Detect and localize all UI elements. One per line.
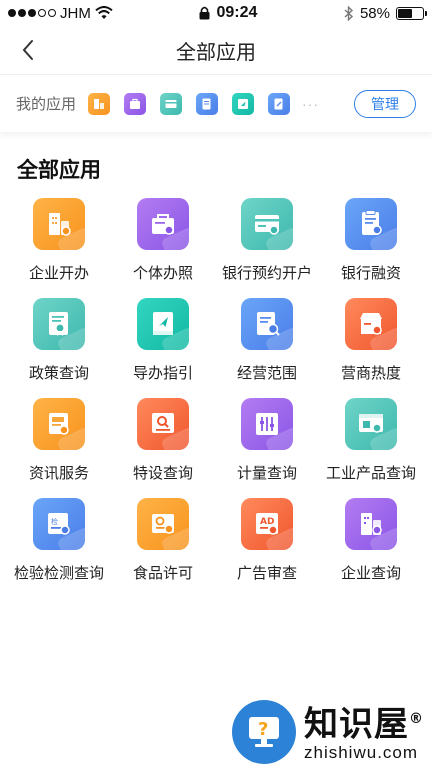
watermark-en: zhishiwu.com xyxy=(304,742,419,762)
business-scope-icon xyxy=(241,298,293,350)
app-item-news-service[interactable]: 资讯服务 xyxy=(7,398,111,484)
status-left: JHM xyxy=(8,5,113,22)
my-app-enterprise-icon[interactable] xyxy=(88,92,111,115)
bluetooth-icon xyxy=(344,5,353,21)
app-item-business-scope[interactable]: 经营范围 xyxy=(215,298,319,384)
back-button[interactable] xyxy=(14,36,42,64)
app-item-enterprise-search[interactable]: 企业查询 xyxy=(319,498,423,584)
nav-bar: 全部应用 xyxy=(0,26,432,74)
app-label: 银行预约开户 xyxy=(221,265,312,282)
registered-mark: ® xyxy=(409,711,424,728)
equipment-search-icon xyxy=(137,398,189,450)
app-label: 银行融资 xyxy=(340,265,401,282)
section-title: 全部应用 xyxy=(17,159,101,182)
app-item-policy-search[interactable]: 政策查询 xyxy=(7,298,111,384)
industrial-product-icon xyxy=(345,398,397,450)
app-label: 导办指引 xyxy=(132,365,193,382)
apps-grid: 企业开办 个体办照 银行预约开户 银行融资 政策查询 导办指引 经营范围 营商热… xyxy=(7,198,432,584)
app-label: 检验检测查询 xyxy=(13,565,104,582)
app-item-business-heat[interactable]: 营商热度 xyxy=(319,298,423,384)
enterprise-icon xyxy=(33,198,85,250)
my-apps-icons xyxy=(88,92,291,115)
app-label: 食品许可 xyxy=(132,565,193,582)
news-service-icon xyxy=(33,398,85,450)
carrier-name: JHM xyxy=(60,4,91,22)
ad-review-icon: AD xyxy=(241,498,293,550)
wifi-icon xyxy=(95,6,113,19)
status-bar: JHM 09:24 58% xyxy=(0,0,432,26)
shop-heat-icon xyxy=(345,298,397,350)
my-apps-label: 我的应用 xyxy=(16,96,77,113)
app-item-guide[interactable]: 导办指引 xyxy=(111,298,215,384)
app-item-inspection[interactable]: 检 检验检测查询 xyxy=(7,498,111,584)
clock: 09:24 xyxy=(216,4,258,21)
app-item-ad-review[interactable]: AD 广告审查 xyxy=(215,498,319,584)
app-item-food-license[interactable]: 食品许可 xyxy=(111,498,215,584)
watermark-cn: 知识屋® xyxy=(304,701,424,745)
watermark-text: 知识屋® zhishiwu.com xyxy=(304,701,424,762)
app-item-bank-appointment[interactable]: 银行预约开户 xyxy=(215,198,319,284)
watermark-cn-text: 知识屋 xyxy=(304,704,409,745)
enterprise-search-icon xyxy=(345,498,397,550)
app-label: 工业产品查询 xyxy=(325,465,416,482)
manage-button[interactable]: 管理 xyxy=(354,89,416,118)
app-label: 资讯服务 xyxy=(28,465,89,482)
food-license-icon xyxy=(137,498,189,550)
app-item-bank-finance[interactable]: 银行融资 xyxy=(319,198,423,284)
app-item-special-equipment[interactable]: 特设查询 xyxy=(111,398,215,484)
app-item-enterprise-setup[interactable]: 企业开办 xyxy=(7,198,111,284)
app-label: 企业开办 xyxy=(28,265,89,282)
app-label: 广告审查 xyxy=(236,565,297,582)
app-label: 经营范围 xyxy=(236,365,297,382)
more-dots: ··· xyxy=(302,95,320,112)
my-app-guide-icon[interactable] xyxy=(232,92,255,115)
status-center: 09:24 xyxy=(199,4,257,22)
individual-license-icon xyxy=(137,198,189,250)
my-app-document-search-icon[interactable] xyxy=(196,92,219,115)
my-app-individual-license-icon[interactable] xyxy=(124,92,147,115)
watermark-logo-icon: ? xyxy=(232,700,296,764)
app-item-measurement[interactable]: 计量查询 xyxy=(215,398,319,484)
measurement-icon xyxy=(241,398,293,450)
signal-strength-icon xyxy=(8,9,56,17)
page-title: 全部应用 xyxy=(176,41,256,64)
battery-percent: 58% xyxy=(359,4,390,22)
battery-fill xyxy=(398,8,412,18)
my-app-form-icon[interactable] xyxy=(268,92,291,115)
app-label: 计量查询 xyxy=(236,465,297,482)
battery-icon xyxy=(396,6,427,20)
app-label: 营商热度 xyxy=(340,365,401,382)
status-right: 58% xyxy=(344,4,427,22)
svg-text:检: 检 xyxy=(51,517,58,526)
my-app-bank-card-icon[interactable] xyxy=(160,92,183,115)
inspection-icon: 检 xyxy=(33,498,85,550)
bank-finance-icon xyxy=(345,198,397,250)
app-label: 政策查询 xyxy=(28,365,89,382)
app-label: 企业查询 xyxy=(340,565,401,582)
watermark: ? 知识屋® zhishiwu.com xyxy=(232,700,424,764)
guide-book-icon xyxy=(137,298,189,350)
chevron-left-icon xyxy=(22,40,33,60)
app-label: 个体办照 xyxy=(132,265,193,282)
my-apps-bar: 我的应用 ··· 管理 xyxy=(0,74,432,132)
svg-text:?: ? xyxy=(258,719,268,740)
bank-account-icon xyxy=(241,198,293,250)
app-item-industrial-product[interactable]: 工业产品查询 xyxy=(319,398,423,484)
policy-certificate-icon xyxy=(33,298,85,350)
lock-icon xyxy=(199,6,210,20)
app-label: 特设查询 xyxy=(132,465,193,482)
app-item-individual-license[interactable]: 个体办照 xyxy=(111,198,215,284)
